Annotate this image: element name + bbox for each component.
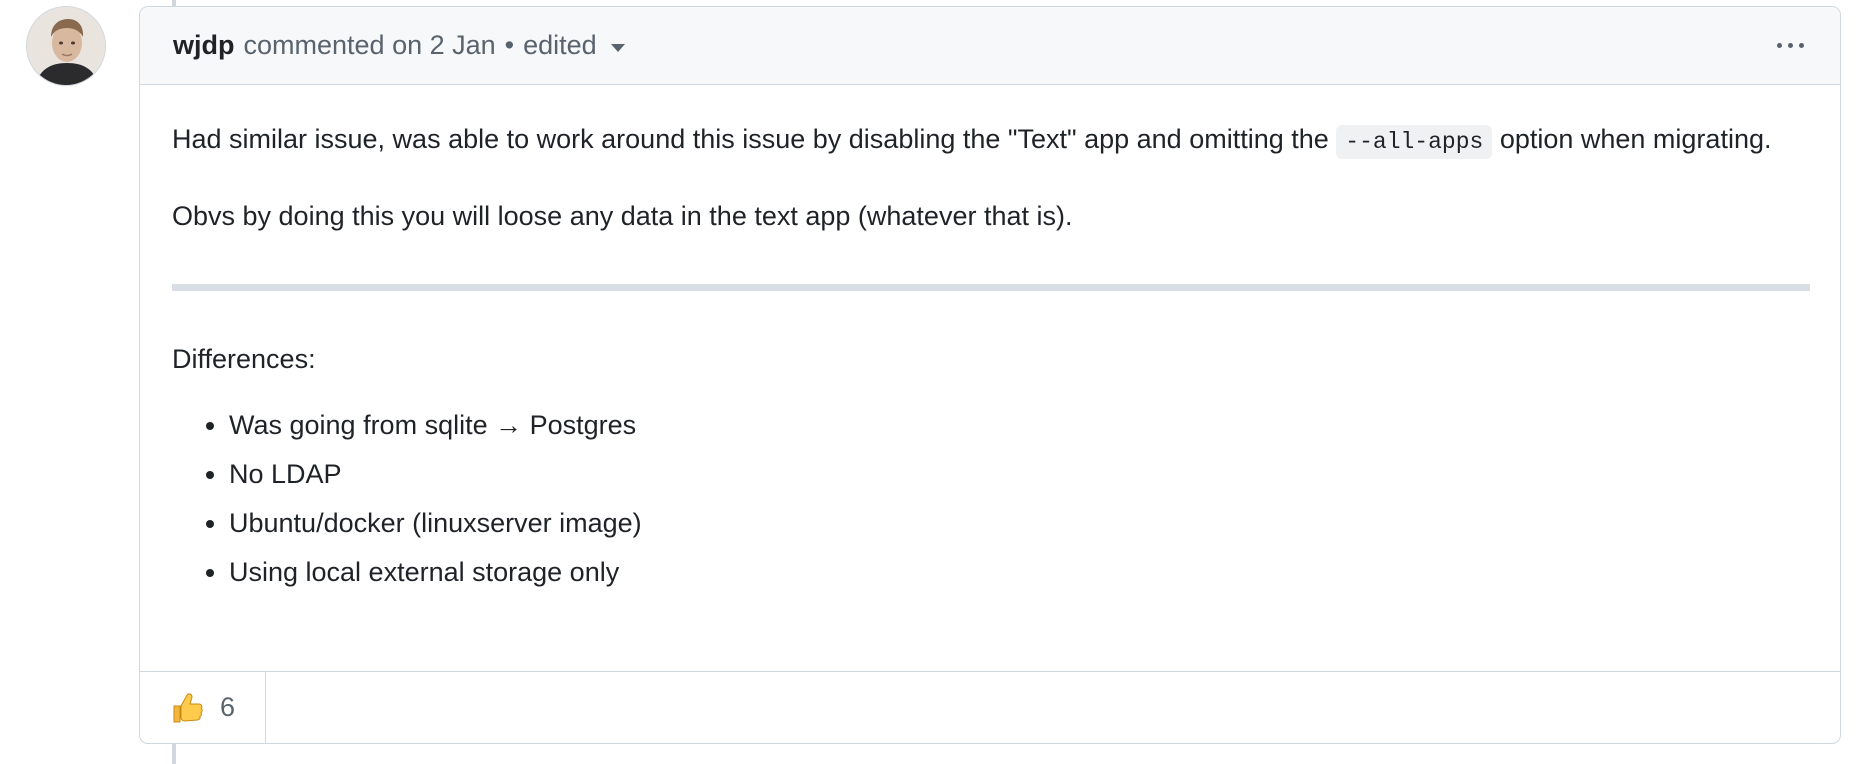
comment-meta: commented on 2 Jan • edited xyxy=(244,30,597,61)
thumbs-up-icon xyxy=(173,692,203,722)
more-options-button[interactable] xyxy=(1771,37,1810,54)
comment-body: Had similar issue, was able to work arou… xyxy=(140,85,1840,593)
chevron-down-icon[interactable] xyxy=(610,43,625,52)
meta-separator: • xyxy=(504,30,515,60)
inline-code: --all-apps xyxy=(1336,125,1493,159)
paragraph-text: option when migrating. xyxy=(1492,124,1772,154)
differences-heading: Differences: xyxy=(172,344,316,374)
comment-timestamp[interactable]: commented on 2 Jan xyxy=(244,30,496,60)
comment-paragraph: Obvs by doing this you will loose any da… xyxy=(172,201,1073,231)
avatar-image xyxy=(27,7,105,85)
thumbs-up-reaction-button[interactable]: 6 xyxy=(140,672,267,743)
kebab-dot-icon xyxy=(1799,43,1804,48)
paragraph-text: Had similar issue, was able to work arou… xyxy=(172,124,1337,154)
comment-thread: wjdp commented on 2 Jan • edited Had simil… xyxy=(0,0,1872,764)
comment-box: wjdp commented on 2 Jan • edited Had simil… xyxy=(139,6,1841,744)
list-item: No LDAP xyxy=(229,453,1810,495)
avatar[interactable] xyxy=(26,6,106,86)
comment-header: wjdp commented on 2 Jan • edited xyxy=(140,7,1840,85)
differences-list: Was going from sqlite → Postgres No LDAP… xyxy=(172,404,1810,593)
author-link[interactable]: wjdp xyxy=(173,30,235,61)
reactions-bar: 6 xyxy=(140,671,1840,743)
kebab-dot-icon xyxy=(1777,43,1782,48)
list-item: Was going from sqlite → Postgres xyxy=(229,404,1810,446)
list-item: Using local external storage only xyxy=(229,551,1810,593)
horizontal-rule xyxy=(172,284,1810,291)
list-item: Ubuntu/docker (linuxserver image) xyxy=(229,502,1810,544)
reaction-count: 6 xyxy=(220,692,236,722)
comment-paragraph: Had similar issue, was able to work arou… xyxy=(172,85,1810,163)
edited-label[interactable]: edited xyxy=(523,30,597,60)
kebab-dot-icon xyxy=(1788,43,1793,48)
